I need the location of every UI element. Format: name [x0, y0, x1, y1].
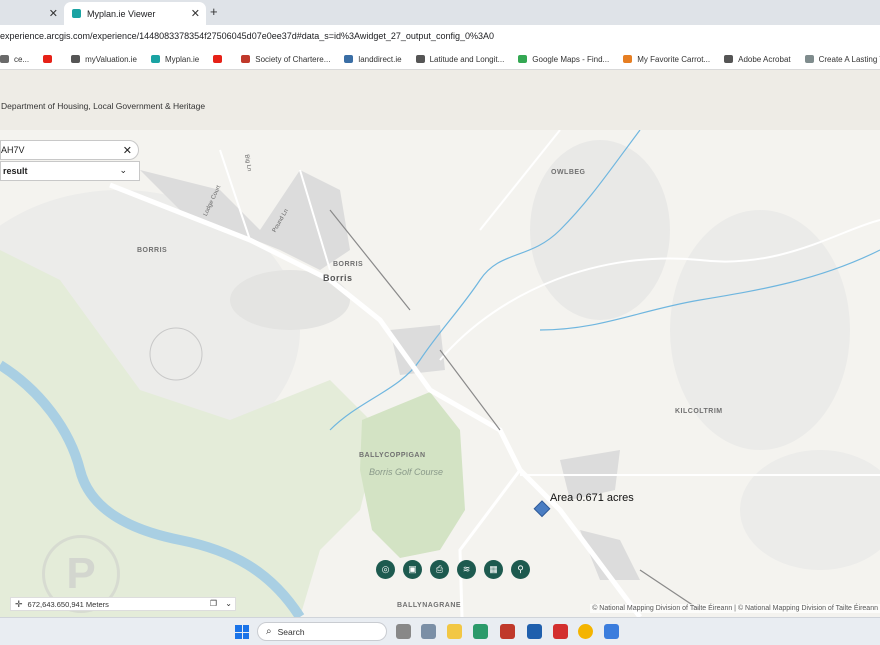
bookmark-item[interactable]: Latitude and Longit...: [415, 54, 505, 64]
bookmark-label: Adobe Acrobat: [738, 54, 791, 64]
bookmark-item[interactable]: Society of Chartere...: [241, 55, 330, 64]
label-owlbeg: OWLBEG: [551, 169, 586, 176]
search-input[interactable]: AH7V ✕: [0, 140, 139, 160]
label-golf-course: Borris Golf Course: [369, 467, 444, 477]
map-attribution: © National Mapping Division of Tailte Éi…: [590, 604, 880, 613]
label-ballynagrane: BALLYNAGRANE: [397, 602, 462, 609]
browser-tab-2[interactable]: Myplan.ie Viewer ✕: [64, 2, 206, 25]
bookmark-label: Society of Chartere...: [255, 54, 331, 64]
area-measurement-label: Area 0.671 acres: [550, 492, 634, 504]
new-tab-button[interactable]: +: [210, 4, 218, 19]
acrobat-icon[interactable]: [553, 624, 568, 639]
windows-start-icon[interactable]: [235, 625, 249, 639]
address-bar[interactable]: experience.arcgis.com/experience/1448083…: [0, 25, 880, 49]
tab-1-close-icon[interactable]: ✕: [49, 7, 58, 20]
bookmark-label: Create A Lasting Tri...: [818, 54, 880, 64]
task-view-icon[interactable]: [396, 624, 411, 639]
urban-area: [390, 325, 445, 375]
youtube-icon: [43, 55, 53, 63]
bookmark-label: Google Maps - Find...: [532, 54, 610, 64]
landdirect-icon: [344, 55, 354, 63]
globe-icon: [71, 55, 81, 63]
bookmark-item[interactable]: [43, 55, 57, 63]
bookmarks-bar: ce... myValuation.ie Myplan.ie Society of C…: [0, 49, 880, 70]
print-tool-button[interactable]: ⎙: [430, 560, 449, 579]
measure-tool-button[interactable]: ◎: [376, 560, 395, 579]
compass-icon: [415, 55, 425, 63]
table-tool-button[interactable]: ▦: [484, 560, 503, 579]
search-value[interactable]: AH7V: [1, 145, 25, 155]
side-road: [458, 469, 522, 617]
label-kilcoltrim: KILCOLTRIM: [675, 408, 723, 415]
file-explorer-icon[interactable]: [447, 624, 462, 639]
bookmark-label: myValuation.ie: [85, 54, 138, 64]
bookmark-label: ce...: [14, 54, 30, 64]
url-text[interactable]: experience.arcgis.com/experience/1448083…: [0, 31, 494, 41]
office-icon[interactable]: [500, 624, 515, 639]
photos-icon[interactable]: [604, 624, 619, 639]
browser-tab-bar: ✕ Myplan.ie Viewer ✕ +: [0, 0, 880, 25]
layers-tool-button[interactable]: ≋: [457, 560, 476, 579]
myplan-favicon-icon: [72, 9, 81, 18]
coordinate-readout: ✛ 672,643.650,941 Meters ❐ ⌄: [10, 597, 236, 611]
tab-2-close-icon[interactable]: ✕: [191, 7, 200, 20]
coordinate-text: 672,643.650,941 Meters: [27, 599, 109, 609]
bookmark-item[interactable]: [213, 55, 227, 63]
globe-icon: [724, 55, 734, 63]
windows-taskbar: ⌕ Search: [0, 617, 880, 645]
bookmark-label: My Favorite Carrot...: [637, 54, 711, 64]
bookmark-label: Latitude and Longit...: [429, 54, 505, 64]
outlook-icon[interactable]: [527, 624, 542, 639]
bookmark-label: Myplan.ie: [165, 54, 200, 64]
label-borris-town: Borris: [323, 273, 353, 283]
myplan-icon: [151, 55, 161, 63]
share-tool-button[interactable]: ⚲: [511, 560, 530, 579]
bird-icon: [804, 55, 814, 63]
map-toolbar: ◎ ▣ ⎙ ≋ ▦ ⚲: [376, 560, 538, 579]
search-clear-icon[interactable]: ✕: [123, 144, 132, 157]
result-label: result: [3, 166, 28, 176]
label-borris-area: BORRIS: [137, 247, 168, 254]
society-icon: [241, 55, 251, 63]
bookmark-item[interactable]: Myplan.ie: [151, 55, 199, 64]
bookmark-label: landdirect.ie: [358, 54, 402, 64]
terrain-hill: [530, 140, 670, 320]
terrain-hill: [740, 450, 880, 570]
chevron-down-icon[interactable]: ⌄: [119, 165, 127, 176]
search-result-dropdown[interactable]: result ⌄: [0, 161, 140, 181]
chevron-down-icon[interactable]: ⌄: [225, 599, 232, 608]
urban-area: [580, 530, 640, 580]
taskbar-search-placeholder: Search: [277, 626, 305, 637]
bookmark-item[interactable]: myValuation.ie: [71, 55, 137, 64]
parcel-polygon[interactable]: [533, 500, 551, 518]
label-borris-townland: BORRIS: [333, 261, 364, 268]
bookmark-item[interactable]: Adobe Acrobat: [724, 54, 791, 64]
edge-icon[interactable]: [473, 624, 488, 639]
bookmark-item[interactable]: ce...: [0, 55, 29, 64]
map-canvas[interactable]: [0, 130, 880, 617]
crosshair-icon[interactable]: ✛: [15, 599, 23, 610]
browser-tab-1[interactable]: ✕: [0, 2, 64, 25]
store-icon[interactable]: [421, 624, 436, 639]
copy-icon[interactable]: ❐: [210, 599, 217, 608]
tab-2-label: Myplan.ie Viewer: [87, 8, 156, 19]
label-ballycoppigan: BALLYCOPPIGAN: [359, 452, 426, 459]
map-pin-icon: [518, 55, 528, 63]
save-tool-button[interactable]: ▣: [403, 560, 422, 579]
department-title: Department of Housing, Local Government …: [1, 101, 206, 111]
map-view[interactable]: P AH7V ✕ result ⌄ OWLBEG BORRIS BORRIS B…: [0, 130, 880, 617]
bookmark-item[interactable]: My Favorite Carrot...: [623, 55, 710, 64]
taskbar-search-input[interactable]: ⌕ Search: [257, 622, 387, 641]
youtube-icon: [213, 55, 223, 63]
bookmark-item[interactable]: Google Maps - Find...: [518, 55, 609, 64]
search-icon: ⌕: [266, 626, 272, 637]
chrome-icon[interactable]: [578, 624, 593, 639]
site-icon: [0, 55, 9, 63]
bookmark-item[interactable]: landdirect.ie: [344, 54, 402, 64]
bookmark-item[interactable]: Create A Lasting Tri...: [804, 54, 880, 64]
carrot-icon: [623, 55, 633, 63]
site-header: Department of Housing, Local Government …: [0, 70, 880, 130]
